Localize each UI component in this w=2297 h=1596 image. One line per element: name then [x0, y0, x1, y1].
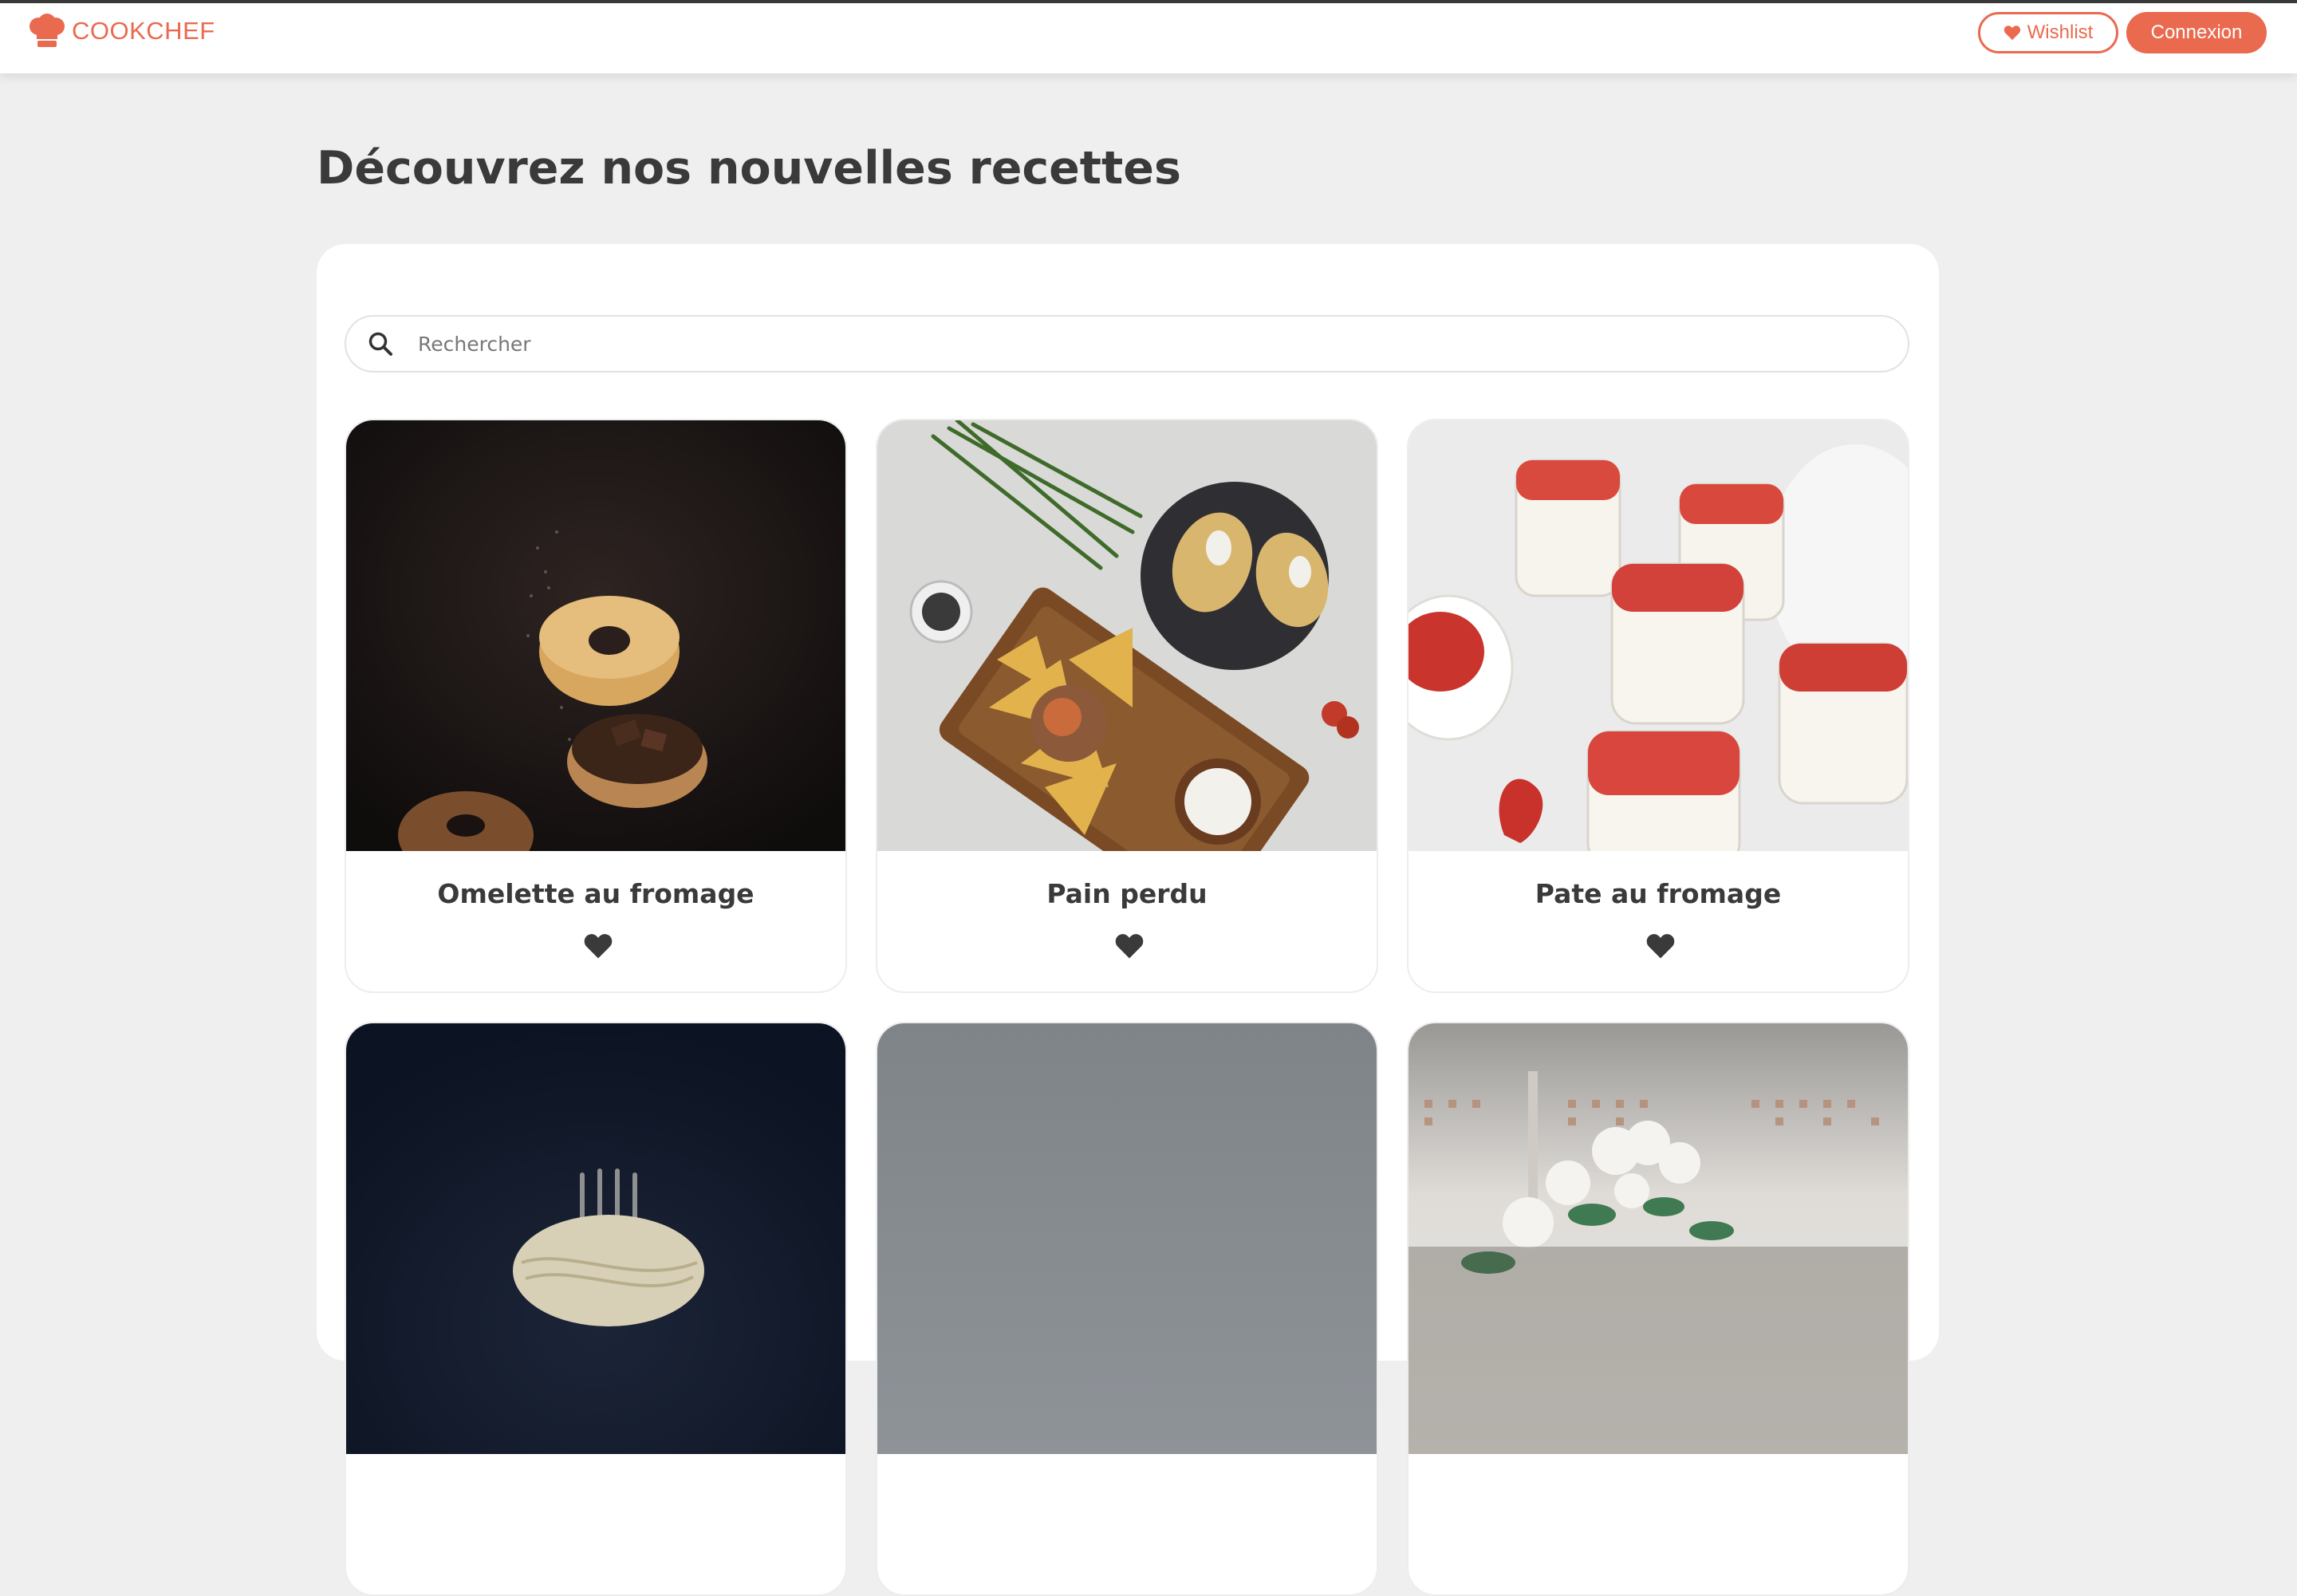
- recipe-card[interactable]: Omelette au fromage: [345, 419, 847, 993]
- flowers-cake-photo: [1409, 1023, 1908, 1454]
- wishlist-label: Wishlist: [2027, 22, 2094, 43]
- recipe-card[interactable]: [1407, 1022, 1909, 1596]
- nachos-board-photo: [877, 420, 1377, 851]
- donuts-photo: [346, 420, 845, 851]
- recipe-grid: Omelette au fromage Pain perdu Pate au f…: [345, 419, 1909, 1596]
- heart-icon: [584, 934, 613, 959]
- login-label: Connexion: [2150, 22, 2243, 43]
- search-bar[interactable]: [345, 315, 1909, 372]
- recipe-card[interactable]: [345, 1022, 847, 1596]
- nav-actions: Wishlist Connexion: [1978, 12, 2267, 53]
- recipe-title: Omelette au fromage: [437, 878, 755, 909]
- search-icon: [368, 332, 392, 356]
- panna-cotta-strawberries-photo: [1409, 420, 1908, 851]
- brand-logo[interactable]: COOKCHEF: [27, 11, 215, 51]
- recipes-panel: Omelette au fromage: [317, 244, 1939, 1596]
- recipe-card[interactable]: Pate au fromage: [1407, 419, 1909, 993]
- heart-icon: [2003, 26, 2020, 41]
- favorite-button[interactable]: [1114, 932, 1145, 960]
- search-input[interactable]: [416, 331, 1775, 357]
- chef-hat-icon: [30, 14, 65, 47]
- pasta-fork-photo: [346, 1023, 845, 1454]
- navbar: COOKCHEF Wishlist Connexion: [0, 3, 2297, 73]
- login-button[interactable]: Connexion: [2126, 12, 2267, 53]
- brand-name: COOKCHEF: [72, 17, 215, 45]
- wishlist-button[interactable]: Wishlist: [1978, 12, 2118, 53]
- favorite-button[interactable]: [1645, 932, 1676, 960]
- heart-icon: [1646, 934, 1675, 959]
- heart-icon: [1115, 934, 1144, 959]
- recipe-card[interactable]: Pain perdu: [876, 419, 1378, 993]
- page-title: Découvrez nos nouvelles recettes: [317, 142, 1181, 195]
- grey-backdrop-photo: [877, 1023, 1377, 1454]
- recipe-title: Pain perdu: [1046, 878, 1208, 909]
- recipe-title: Pate au fromage: [1535, 878, 1782, 909]
- favorite-button[interactable]: [583, 932, 613, 960]
- recipe-card[interactable]: [876, 1022, 1378, 1596]
